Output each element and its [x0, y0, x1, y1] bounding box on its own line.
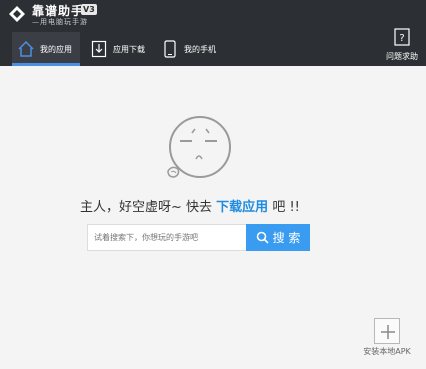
tab-app-download-label: 应用下载: [113, 44, 145, 54]
top-bar: 靠谱助手 V3 —用电脑玩手游 我的应用 应用下载 我的手机 ? 问题求助: [0, 0, 426, 66]
svg-text:?: ?: [399, 33, 404, 44]
install-local-apk-button[interactable]: 安装本地APK: [360, 318, 414, 358]
empty-state-message: 主人，好空虚呀~ 快去 下载应用 吧 !!: [80, 196, 346, 215]
help-label: 问题求助: [386, 52, 418, 61]
tab-my-phone[interactable]: 我的手机: [162, 32, 216, 66]
download-apps-link[interactable]: 下载应用: [216, 200, 268, 215]
tab-my-apps-label: 我的应用: [40, 44, 72, 54]
phone-icon: [164, 40, 176, 58]
search-button[interactable]: 搜 索: [246, 224, 310, 251]
search-field[interactable]: [87, 224, 247, 251]
tab-my-phone-label: 我的手机: [184, 44, 216, 54]
install-local-apk-label: 安装本地APK: [363, 347, 411, 356]
question-icon: ?: [394, 28, 410, 46]
logo-icon: [9, 6, 25, 22]
tab-my-apps[interactable]: 我的应用: [12, 32, 80, 66]
title-bar: 靠谱助手 V3 —用电脑玩手游: [0, 0, 426, 30]
search-input[interactable]: [88, 225, 246, 250]
home-icon: [18, 40, 34, 57]
plus-icon: [374, 318, 400, 344]
version-badge: V3: [81, 4, 97, 15]
active-tab-indicator: [12, 63, 80, 66]
tab-app-download[interactable]: 应用下载: [91, 32, 145, 66]
help-button[interactable]: ? 问题求助: [384, 28, 420, 64]
search-icon: [256, 231, 269, 244]
empty-state-prefix: 主人，好空虚呀~ 快去: [80, 200, 213, 215]
sad-face-icon: [167, 116, 231, 178]
download-icon: [91, 40, 107, 58]
search-button-label: 搜 索: [272, 231, 301, 245]
empty-state-suffix: 吧 !!: [272, 200, 300, 215]
app-subtitle: —用电脑玩手游: [32, 18, 88, 26]
